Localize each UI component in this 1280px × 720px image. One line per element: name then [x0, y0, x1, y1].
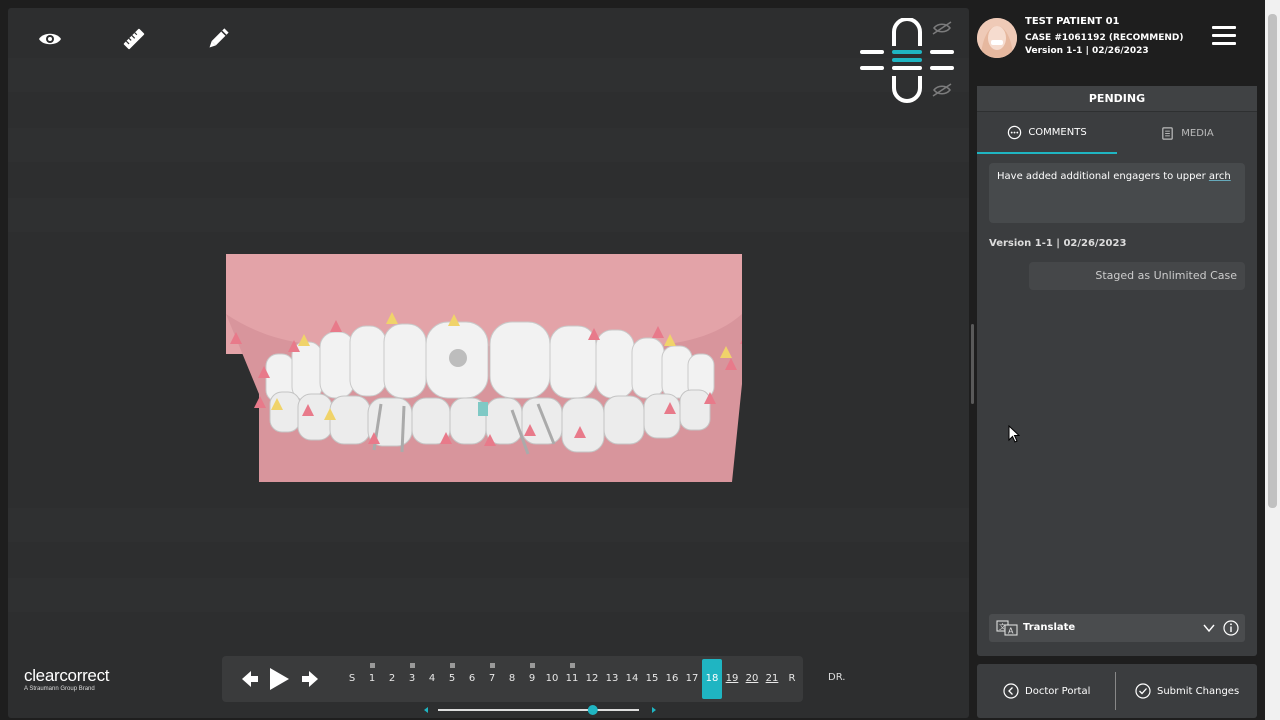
- media-icon: [1162, 126, 1174, 140]
- menu-icon[interactable]: [1212, 26, 1236, 48]
- pencil-icon[interactable]: [205, 26, 231, 52]
- svg-text:A: A: [1008, 627, 1014, 636]
- ruler-icon[interactable]: [121, 26, 147, 52]
- stage-15[interactable]: 15: [642, 668, 662, 690]
- doctor-portal-label: Doctor Portal: [1025, 685, 1091, 697]
- viewer-band: [8, 578, 969, 612]
- stage-9[interactable]: 9: [522, 668, 542, 690]
- stage-19[interactable]: 19: [722, 668, 742, 690]
- brand-name: clearcorrect: [24, 666, 110, 685]
- stage-8[interactable]: 8: [502, 668, 522, 690]
- stage-marker: [490, 663, 495, 668]
- slider-thumb: [587, 705, 598, 715]
- viewer-band: [8, 128, 969, 162]
- eye-icon[interactable]: [37, 26, 63, 52]
- case-panel: PENDING COMMENTS MEDIA Have added additi…: [977, 86, 1257, 656]
- slider-right-icon: [652, 707, 656, 713]
- stage-17[interactable]: 17: [682, 668, 702, 690]
- stage-marker: [410, 663, 415, 668]
- play-icon[interactable]: [268, 667, 290, 691]
- stage-10[interactable]: 10: [542, 668, 562, 690]
- stage-21[interactable]: 21: [762, 668, 782, 690]
- status-badge: PENDING: [977, 86, 1257, 112]
- case-number: CASE #1061192 (RECOMMEND): [1025, 33, 1184, 43]
- dr-label: DR.: [828, 672, 846, 683]
- case-version: Version 1-1 | 02/26/2023: [1025, 46, 1149, 56]
- tab-comments-label: COMMENTS: [1028, 126, 1087, 138]
- stage-12[interactable]: 12: [582, 668, 602, 690]
- stage-5[interactable]: 5: [442, 668, 462, 690]
- submit-changes-label: Submit Changes: [1157, 685, 1240, 697]
- translate-dropdown[interactable]: 文 A Translate: [989, 614, 1245, 642]
- patient-name: TEST PATIENT 01: [1025, 16, 1120, 27]
- translate-icon: 文 A: [996, 620, 1018, 636]
- stage-4[interactable]: 4: [422, 668, 442, 690]
- stage-18[interactable]: 18: [702, 659, 722, 699]
- scrollbar-thumb[interactable]: [1268, 14, 1277, 508]
- info-icon: [1223, 620, 1239, 636]
- stage-marker: [370, 663, 375, 668]
- action-bar: Doctor Portal Submit Changes: [977, 664, 1257, 718]
- stage-timeline: S 1 2 3 4 5 6 7 8 9 10 11 12 13 14 15 16 17 18 19 20 21 R: [222, 656, 803, 702]
- stage-2[interactable]: 2: [382, 668, 402, 690]
- stage-r[interactable]: R: [782, 668, 802, 690]
- panel-tabs: COMMENTS MEDIA: [977, 112, 1257, 154]
- comment-version: Version 1-1 | 02/26/2023: [989, 238, 1127, 249]
- step-back-icon[interactable]: [240, 669, 260, 689]
- stage-20[interactable]: 20: [742, 668, 762, 690]
- comment-icon: [1008, 125, 1022, 139]
- comment-text: Have added additional engagers to upper: [997, 171, 1209, 182]
- avatar: [977, 18, 1017, 58]
- stage-6[interactable]: 6: [462, 668, 482, 690]
- page-scrollbar[interactable]: [1265, 0, 1280, 720]
- stage-marker: [450, 663, 455, 668]
- viewer-band: [8, 508, 969, 542]
- clearcorrect-logo: clearcorrect A Straumann Group Brand: [24, 666, 110, 692]
- staged-message: Staged as Unlimited Case: [1029, 262, 1245, 290]
- action-divider: [1115, 672, 1116, 710]
- slider-track: [438, 709, 639, 711]
- viewer-band: [8, 58, 969, 92]
- stage-14[interactable]: 14: [622, 668, 642, 690]
- check-circle-icon: [1135, 683, 1151, 699]
- stage-3[interactable]: 3: [402, 668, 422, 690]
- stage-slider[interactable]: [422, 705, 662, 718]
- chevron-down-icon: [1203, 624, 1215, 633]
- tab-media[interactable]: MEDIA: [1117, 112, 1257, 154]
- viewer-band: [8, 198, 969, 232]
- comment-input[interactable]: Have added additional engagers to upper …: [989, 163, 1245, 223]
- brand-tagline: A Straumann Group Brand: [24, 686, 95, 692]
- tab-comments[interactable]: COMMENTS: [977, 112, 1117, 154]
- comment-text-underlined: arch: [1208, 171, 1231, 182]
- stage-s[interactable]: S: [342, 668, 362, 690]
- 3d-viewer[interactable]: clearcorrect A Straumann Group Brand S12…: [8, 8, 969, 718]
- stage-1[interactable]: 1: [362, 668, 382, 690]
- slider-left-icon: [424, 707, 428, 713]
- stage-13[interactable]: 13: [602, 668, 622, 690]
- stage-marker: [570, 663, 575, 668]
- tab-media-label: MEDIA: [1181, 127, 1214, 139]
- stage-11[interactable]: 11: [562, 668, 582, 690]
- dental-model[interactable]: [226, 254, 752, 482]
- mouse-cursor-icon: [1008, 425, 1020, 443]
- arch-visibility-control[interactable]: [858, 17, 958, 104]
- doctor-portal-button[interactable]: Doctor Portal: [1003, 664, 1090, 718]
- step-forward-icon[interactable]: [300, 669, 320, 689]
- back-circle-icon: [1003, 683, 1019, 699]
- stage-7[interactable]: 7: [482, 668, 502, 690]
- stage-16[interactable]: 16: [662, 668, 682, 690]
- panel-resize-handle[interactable]: [971, 324, 974, 404]
- submit-changes-button[interactable]: Submit Changes: [1135, 664, 1239, 718]
- translate-label: Translate: [1023, 622, 1076, 633]
- stage-marker: [530, 663, 535, 668]
